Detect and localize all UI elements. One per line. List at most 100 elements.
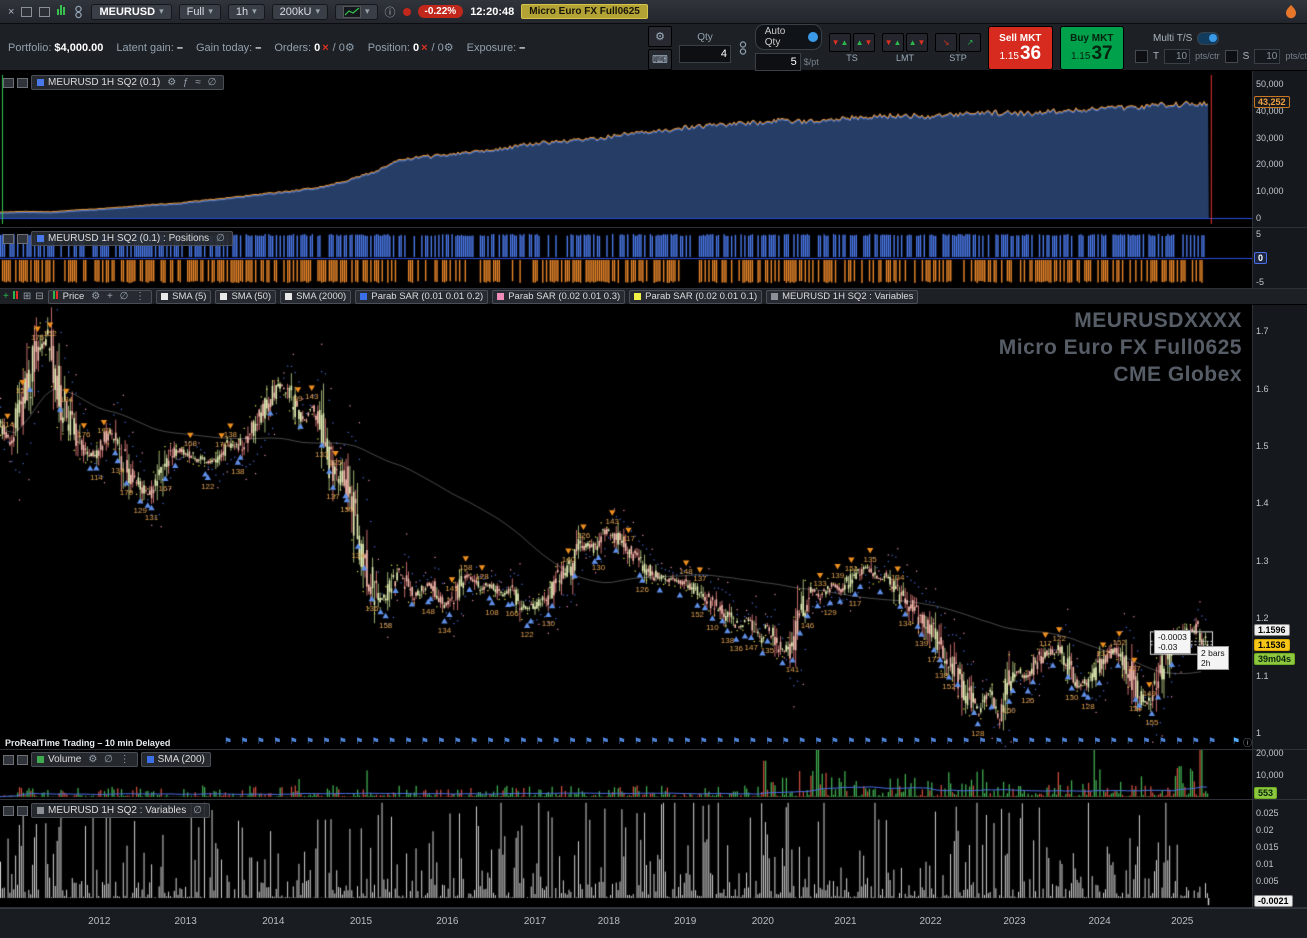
news-event-icon[interactable]: ⚑	[273, 736, 281, 747]
equity-chart-canvas[interactable]	[0, 71, 1252, 228]
qty-input[interactable]	[679, 45, 731, 63]
news-latest-icon[interactable]: ⚑	[1232, 736, 1240, 747]
minimize-icon[interactable]	[21, 6, 33, 17]
news-event-icon[interactable]: ⚑	[814, 736, 822, 747]
news-event-icon[interactable]: ⚑	[437, 736, 445, 747]
timeframe-select[interactable]: 1h ▾	[227, 3, 265, 20]
auto-qty-toggle[interactable]: Auto Qty	[754, 24, 823, 50]
news-event-icon[interactable]: ⚑	[1110, 736, 1118, 747]
news-event-icon[interactable]: ⚑	[896, 736, 904, 747]
order-settings-button[interactable]: ⚙	[648, 25, 672, 47]
news-event-icon[interactable]: ⚑	[1126, 736, 1134, 747]
keyboard-button[interactable]: ⌨	[648, 48, 672, 70]
news-event-icon[interactable]: ⚑	[1044, 736, 1052, 747]
collapse-panel-icon[interactable]	[3, 754, 14, 765]
news-event-icon[interactable]: ⚑	[962, 736, 970, 747]
news-event-icon[interactable]: ⚑	[864, 736, 872, 747]
news-event-icon[interactable]: ⚑	[503, 736, 511, 747]
link-icon[interactable]	[73, 5, 84, 19]
news-event-icon[interactable]: ⚑	[240, 736, 248, 747]
close-position-icon[interactable]: ×	[421, 42, 427, 54]
news-event-icon[interactable]: ⚑	[322, 736, 330, 747]
news-event-icon[interactable]: ⚑	[1060, 736, 1068, 747]
news-event-icon[interactable]: ⚑	[798, 736, 806, 747]
info-icon[interactable]: ⓘ	[385, 4, 396, 20]
news-event-icon[interactable]: ⚑	[290, 736, 298, 747]
indicator-chip-2[interactable]: SMA (50)	[215, 289, 277, 304]
news-event-icon[interactable]: ⚑	[913, 736, 921, 747]
symbol-select[interactable]: MEURUSD ▾	[91, 3, 172, 20]
buy-stp-button[interactable]: ↗	[959, 32, 982, 52]
mode-select[interactable]: Full ▾	[178, 3, 221, 20]
news-event-icon[interactable]: ⚑	[470, 736, 478, 747]
news-event-icon[interactable]: ⚑	[1077, 736, 1085, 747]
news-event-icon[interactable]: ⚑	[1093, 736, 1101, 747]
panel-tool-icons[interactable]: ∅	[216, 233, 227, 244]
multi-ts-toggle[interactable]	[1197, 31, 1220, 45]
news-event-icon[interactable]: ⚑	[1028, 736, 1036, 747]
orders-settings-icon[interactable]: ⚙	[345, 42, 355, 54]
expand-panel-icon[interactable]	[17, 233, 28, 244]
panel-tool-icons[interactable]: ⚙ ƒ ≈ ∅	[167, 77, 218, 88]
news-event-icon[interactable]: ⚑	[388, 736, 396, 747]
volume-sma-chip[interactable]: SMA (200)	[140, 752, 211, 767]
add-indicator-icon[interactable]: +	[3, 291, 9, 302]
news-event-icon[interactable]: ⚑	[1142, 736, 1150, 747]
news-event-icon[interactable]: ⚑	[683, 736, 691, 747]
panel-tool-icons[interactable]: ∅	[193, 805, 204, 816]
units-select[interactable]: 200kU ▾	[271, 3, 328, 20]
collapse-icon[interactable]: ⊟	[35, 291, 43, 302]
indicator-chip-6[interactable]: Parab SAR (0.02 0.01 0.1)	[629, 289, 763, 304]
collapse-panel-icon[interactable]	[3, 233, 14, 244]
news-event-icon[interactable]: ⚑	[355, 736, 363, 747]
news-event-icon[interactable]: ⚑	[404, 736, 412, 747]
news-event-icon[interactable]: ⚑	[486, 736, 494, 747]
news-event-icon[interactable]: ⚑	[880, 736, 888, 747]
stop-points-input[interactable]	[1254, 48, 1281, 64]
expand-panel-icon[interactable]	[17, 805, 28, 816]
news-event-icon[interactable]: ⚑	[831, 736, 839, 747]
news-event-icon[interactable]: ⚑	[667, 736, 675, 747]
price-tool-icons[interactable]: ⚙ + ∅ ⋮	[91, 291, 147, 302]
news-event-icon[interactable]: ⚑	[749, 736, 757, 747]
news-event-icon[interactable]: ⚑	[421, 736, 429, 747]
news-event-icon[interactable]: ⚑	[847, 736, 855, 747]
news-event-icon[interactable]: ⚑	[1192, 736, 1200, 747]
collapse-panel-icon[interactable]	[3, 805, 14, 816]
news-event-icon[interactable]: ⚑	[978, 736, 986, 747]
news-event-icon[interactable]: ⚑	[634, 736, 642, 747]
cancel-orders-icon[interactable]: ×	[322, 42, 328, 54]
target-checkbox[interactable]	[1135, 49, 1149, 63]
stop-checkbox[interactable]	[1224, 49, 1238, 63]
news-event-icon[interactable]: ⚑	[519, 736, 527, 747]
news-event-icon[interactable]: ⚑	[618, 736, 626, 747]
position-settings-icon[interactable]: ⚙	[444, 42, 454, 54]
positions-title-chip[interactable]: MEURUSD 1H SQ2 (0.1) : Positions ∅	[31, 231, 233, 246]
news-event-icon[interactable]: ⚑	[765, 736, 773, 747]
news-event-icon[interactable]: ⚑	[929, 736, 937, 747]
news-event-icon[interactable]: ⚑	[454, 736, 462, 747]
news-event-icon[interactable]: ⚑	[782, 736, 790, 747]
sell-market-button[interactable]: Sell MKT 1.15 36	[988, 25, 1053, 70]
equity-title-chip[interactable]: MEURUSD 1H SQ2 (0.1) ⚙ ƒ ≈ ∅	[31, 75, 225, 90]
sell-stp-button[interactable]: ↘	[935, 32, 958, 52]
expand-icon[interactable]: ⊞	[23, 291, 31, 302]
candle-type-icon[interactable]	[12, 291, 19, 302]
news-event-icon[interactable]: ⚑	[732, 736, 740, 747]
news-event-icon[interactable]: ⚑	[1011, 736, 1019, 747]
news-event-icon[interactable]: ⚑	[700, 736, 708, 747]
risk-per-point-input[interactable]	[754, 53, 801, 71]
news-event-icon[interactable]: ⚑	[1159, 736, 1167, 747]
volume-title-chip[interactable]: Volume ⚙ ∅ ⋮	[31, 752, 138, 767]
expand-panel-icon[interactable]	[17, 77, 28, 88]
news-event-icon[interactable]: ⚑	[995, 736, 1003, 747]
buy-ts-button[interactable]: ▲ ▼	[853, 32, 876, 52]
news-event-icon[interactable]: ⚑	[601, 736, 609, 747]
indicator-chip-7[interactable]: MEURUSD 1H SQ2 : Variables	[766, 289, 919, 304]
maximize-icon[interactable]	[39, 6, 51, 17]
expand-panel-icon[interactable]	[17, 754, 28, 765]
news-event-icon[interactable]: ⚑	[1175, 736, 1183, 747]
news-event-icon[interactable]: ⚑	[1208, 736, 1216, 747]
news-info-icon[interactable]: ⓘ	[1243, 736, 1252, 749]
news-event-icon[interactable]: ⚑	[585, 736, 593, 747]
